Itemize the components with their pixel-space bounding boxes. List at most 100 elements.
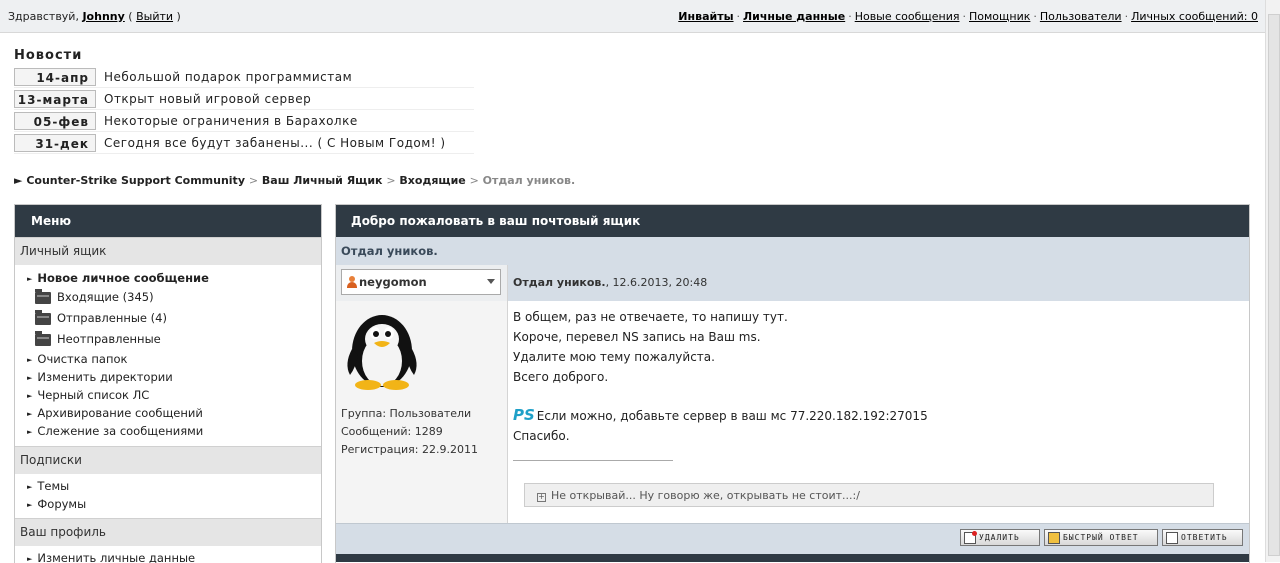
top-bar: Здравствуй, Johnny ( Выйти ) Инвайты · Лич…: [0, 0, 1265, 33]
breadcrumb-mailbox[interactable]: Ваш Личный Ящик: [262, 174, 383, 187]
author-registered: Регистрация: 22.9.2011: [341, 443, 478, 456]
news-date: 31-дек: [14, 134, 96, 152]
news-item[interactable]: 14-апр Небольшой подарок программистам: [14, 67, 474, 88]
menu-item-clear-folders[interactable]: ► Очистка папок: [15, 350, 321, 368]
menu-item-edit-folders[interactable]: ► Изменить директории: [15, 368, 321, 386]
username-link[interactable]: Johnny: [82, 10, 124, 23]
scrollbar[interactable]: [1265, 0, 1280, 562]
reply-button[interactable]: ОТВЕТИТЬ: [1162, 529, 1243, 546]
news-item[interactable]: 31-дек Сегодня все будут забанены... ( С …: [14, 133, 474, 154]
delete-icon: [964, 530, 977, 544]
paren-close: ): [176, 10, 181, 23]
delete-button[interactable]: УДАЛИТЬ: [960, 529, 1040, 546]
ps-text: Если можно, добавьте сервер в ваш мс 77.…: [536, 409, 928, 423]
menu-item-label: Форумы: [37, 497, 87, 511]
menu-item-label: Черный список ЛС: [37, 388, 150, 402]
quick-reply-label: БЫСТРЫЙ ОТВЕТ: [1063, 533, 1139, 542]
new-messages-link[interactable]: Новые сообщения: [855, 10, 960, 23]
news-date: 13-марта: [14, 90, 96, 108]
news-item[interactable]: 13-марта Открыт новый игровой сервер: [14, 89, 474, 110]
bullet-icon: ►: [27, 410, 33, 418]
breadcrumb-inbox[interactable]: Входящие: [399, 174, 465, 187]
subject-bar: Отдал уников.: [336, 237, 1249, 265]
chevron-down-icon: [487, 279, 495, 284]
menu-section-subscriptions: Подписки: [15, 446, 321, 474]
reply-label: ОТВЕТИТЬ: [1181, 533, 1228, 542]
author-dropdown[interactable]: neygomon: [341, 269, 501, 295]
post-title-cell: Отдал уников., 12.6.2013, 20:48: [508, 265, 1249, 301]
author-posts: Сообщений: 1289: [341, 425, 443, 438]
folder-inbox[interactable]: Входящие (345): [15, 287, 321, 308]
folder-unsent[interactable]: Неотправленные: [15, 329, 321, 350]
menu-item-label: Изменить личные данные: [37, 551, 196, 563]
breadcrumb-sep: >: [386, 174, 396, 187]
quick-reply-button[interactable]: БЫСТРЫЙ ОТВЕТ: [1044, 529, 1158, 546]
post-date: , 12.6.2013, 20:48: [605, 276, 708, 289]
news-text[interactable]: Некоторые ограничения в Барахолке: [96, 114, 358, 128]
main-panel: Добро пожаловать в ваш почтовый ящик Отд…: [335, 204, 1250, 563]
bullet-icon: ►: [27, 356, 33, 364]
bullet-icon: ►: [27, 428, 33, 436]
news-text[interactable]: Сегодня все будут забанены... ( С Новым …: [96, 136, 446, 150]
folder-icon: [35, 330, 51, 346]
menu-item-label: Изменить директории: [37, 370, 173, 384]
menu-item-topics[interactable]: ► Темы: [15, 477, 321, 495]
scrollbar-thumb[interactable]: [1268, 14, 1280, 556]
users-link[interactable]: Пользователи: [1040, 10, 1122, 23]
sidebar-menu: Меню Личный ящик ► Новое личное сообщение…: [14, 204, 322, 563]
news-date: 05-фев: [14, 112, 96, 130]
spoiler[interactable]: + Не открывай... Ну говорю же, открывать …: [524, 483, 1214, 507]
signature-divider: [513, 460, 673, 461]
menu-item-tracking[interactable]: ► Слежение за сообщениями: [15, 422, 321, 440]
post-title: Отдал уников.: [513, 276, 606, 289]
ps-line: PS Если можно, добавьте сервер в ваш мс 7…: [513, 405, 1244, 426]
personal-data-link[interactable]: Личные данные: [743, 10, 845, 23]
menu-item-label: Слежение за сообщениями: [37, 424, 204, 438]
menu-title: Меню: [15, 205, 321, 237]
menu-item-blacklist[interactable]: ► Черный список ЛС: [15, 386, 321, 404]
delete-label: УДАЛИТЬ: [979, 533, 1020, 542]
breadcrumb-current: Отдал уников.: [482, 174, 576, 187]
bullet-icon: ►: [27, 392, 33, 400]
menu-item-forums[interactable]: ► Форумы: [15, 495, 321, 513]
menu-section-profile: Ваш профиль: [15, 518, 321, 546]
avatar: [347, 315, 417, 390]
ps-icon: PS: [513, 406, 535, 424]
folder-icon: [35, 288, 51, 304]
quick-reply-icon: [1048, 531, 1060, 544]
message-line: Всего доброго.: [513, 370, 609, 384]
menu-item-label: Новое личное сообщение: [37, 271, 209, 285]
reply-icon: [1166, 531, 1178, 544]
menu-item-new-pm[interactable]: ► Новое личное сообщение: [15, 269, 321, 287]
pm-count-link[interactable]: Личных сообщений: 0: [1131, 10, 1258, 23]
user-icon: [347, 276, 357, 288]
message-thanks: Спасибо.: [513, 429, 570, 443]
menu-item-label: Архивирование сообщений: [37, 406, 203, 420]
bullet-icon: ►: [27, 374, 33, 382]
bullet-icon: ►: [27, 275, 33, 283]
news-text[interactable]: Открыт новый игровой сервер: [96, 92, 311, 106]
invites-link[interactable]: Инвайты: [678, 10, 733, 23]
helper-link[interactable]: Помощник: [969, 10, 1030, 23]
bullet-icon: ►: [27, 483, 33, 491]
bottom-bar: [336, 554, 1249, 562]
main-title: Добро пожаловать в ваш почтовый ящик: [336, 205, 1249, 237]
author-sidebar: Группа: Пользователи Сообщений: 1289 Рег…: [336, 301, 508, 523]
menu-item-label: Темы: [37, 479, 70, 493]
news-text[interactable]: Небольшой подарок программистам: [96, 70, 352, 84]
breadcrumb-sep: >: [248, 174, 259, 187]
breadcrumb-home[interactable]: Counter-Strike Support Community: [26, 174, 245, 187]
logout-link[interactable]: Выйти: [136, 10, 173, 23]
folder-label: Отправленные (4): [57, 311, 167, 325]
news-item[interactable]: 05-фев Некоторые ограничения в Барахолке: [14, 111, 474, 132]
top-links: Инвайты · Личные данные · Новые сообщения · По…: [678, 10, 1258, 23]
breadcrumb: ► Counter-Strike Support Community > Ваш…: [14, 174, 575, 187]
author-meta: Группа: Пользователи Сообщений: 1289 Рег…: [341, 405, 478, 459]
message-line: Удалите мою тему пожалуйста.: [513, 350, 715, 364]
paren-open: (: [128, 10, 133, 23]
news-date: 14-апр: [14, 68, 96, 86]
menu-item-archive[interactable]: ► Архивирование сообщений: [15, 404, 321, 422]
folder-sent[interactable]: Отправленные (4): [15, 308, 321, 329]
menu-item-edit-profile[interactable]: ► Изменить личные данные: [15, 549, 321, 563]
message-line: В общем, раз не отвечаете, то напишу тут…: [513, 310, 788, 324]
